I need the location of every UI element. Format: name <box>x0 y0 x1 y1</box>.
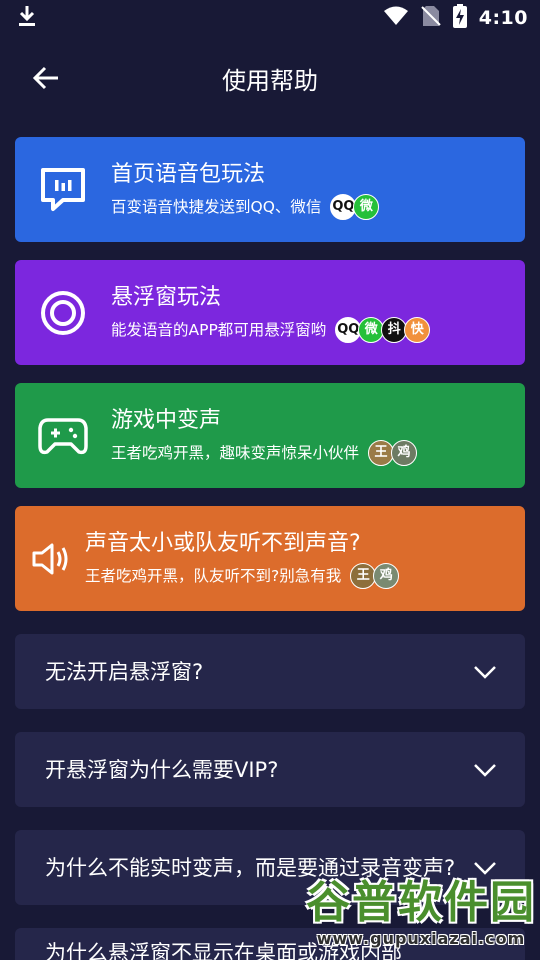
card-title: 首页语音包玩法 <box>111 161 266 187</box>
faq-question: 无法开启悬浮窗? <box>45 659 204 684</box>
speaker-icon <box>31 542 71 576</box>
card-in-game-voice-change[interactable]: 游戏中变声 王者吃鸡开黑，趣味变声惊呆小伙伴 王 鸡 <box>15 383 525 488</box>
back-button[interactable] <box>30 62 62 94</box>
chat-bars-icon <box>35 167 91 213</box>
gamepad-icon <box>35 416 91 456</box>
arrow-left-icon <box>32 66 58 90</box>
card-floating-window[interactable]: 悬浮窗玩法 能发语音的APP都可用悬浮窗哟 QQ 微 抖 快 <box>15 260 525 365</box>
pubg-icon: 鸡 <box>373 562 400 589</box>
kuaishou-icon: 快 <box>404 316 431 343</box>
card-homepage-voice-pack[interactable]: 首页语音包玩法 百变语音快捷发送到QQ、微信 QQ 微 <box>15 137 525 242</box>
no-sim-icon <box>421 5 441 31</box>
card-subtitle: 能发语音的APP都可用悬浮窗哟 <box>111 320 327 339</box>
chevron-down-icon <box>474 861 496 875</box>
game-badges: 王 鸡 <box>368 439 418 466</box>
pubg-icon: 鸡 <box>391 439 418 466</box>
battery-charging-icon <box>452 4 467 32</box>
faq-item[interactable]: 无法开启悬浮窗? <box>15 634 525 709</box>
card-volume-help[interactable]: 声音太小或队友听不到声音? 王者吃鸡开黑，队友听不到?别急有我 王 鸡 <box>15 506 525 611</box>
app-badges: QQ 微 <box>330 193 380 220</box>
game-badges: 王 鸡 <box>350 562 400 589</box>
download-icon <box>16 4 38 32</box>
chevron-down-icon <box>474 763 496 777</box>
watermark-logo: 谷普软件园 www.gupuxiazai.com <box>306 877 536 948</box>
card-subtitle: 王者吃鸡开黑，队友听不到?别急有我 <box>85 566 342 585</box>
chevron-down-icon <box>474 665 496 679</box>
faq-question: 开悬浮窗为什么需要VIP? <box>45 757 279 782</box>
status-time: 4:10 <box>478 7 528 29</box>
app-bar: 使用帮助 <box>0 48 540 108</box>
page-title: 使用帮助 <box>222 66 318 95</box>
watermark-title: 谷普软件园 <box>306 877 536 928</box>
status-bar: 4:10 <box>0 0 540 36</box>
card-subtitle: 王者吃鸡开黑，趣味变声惊呆小伙伴 <box>111 443 360 462</box>
status-icons: 4:10 <box>383 4 528 32</box>
wechat-icon: 微 <box>353 193 380 220</box>
card-title: 声音太小或队友听不到声音? <box>85 530 361 556</box>
card-title: 游戏中变声 <box>111 407 222 433</box>
card-subtitle: 百变语音快捷发送到QQ、微信 <box>111 197 322 216</box>
floating-ring-icon <box>35 290 91 336</box>
wifi-icon <box>383 6 409 30</box>
faq-item[interactable]: 开悬浮窗为什么需要VIP? <box>15 732 525 807</box>
app-badges: QQ 微 抖 快 <box>335 316 431 343</box>
watermark-url: www.gupuxiazai.com <box>316 929 526 948</box>
card-title: 悬浮窗玩法 <box>111 284 222 310</box>
